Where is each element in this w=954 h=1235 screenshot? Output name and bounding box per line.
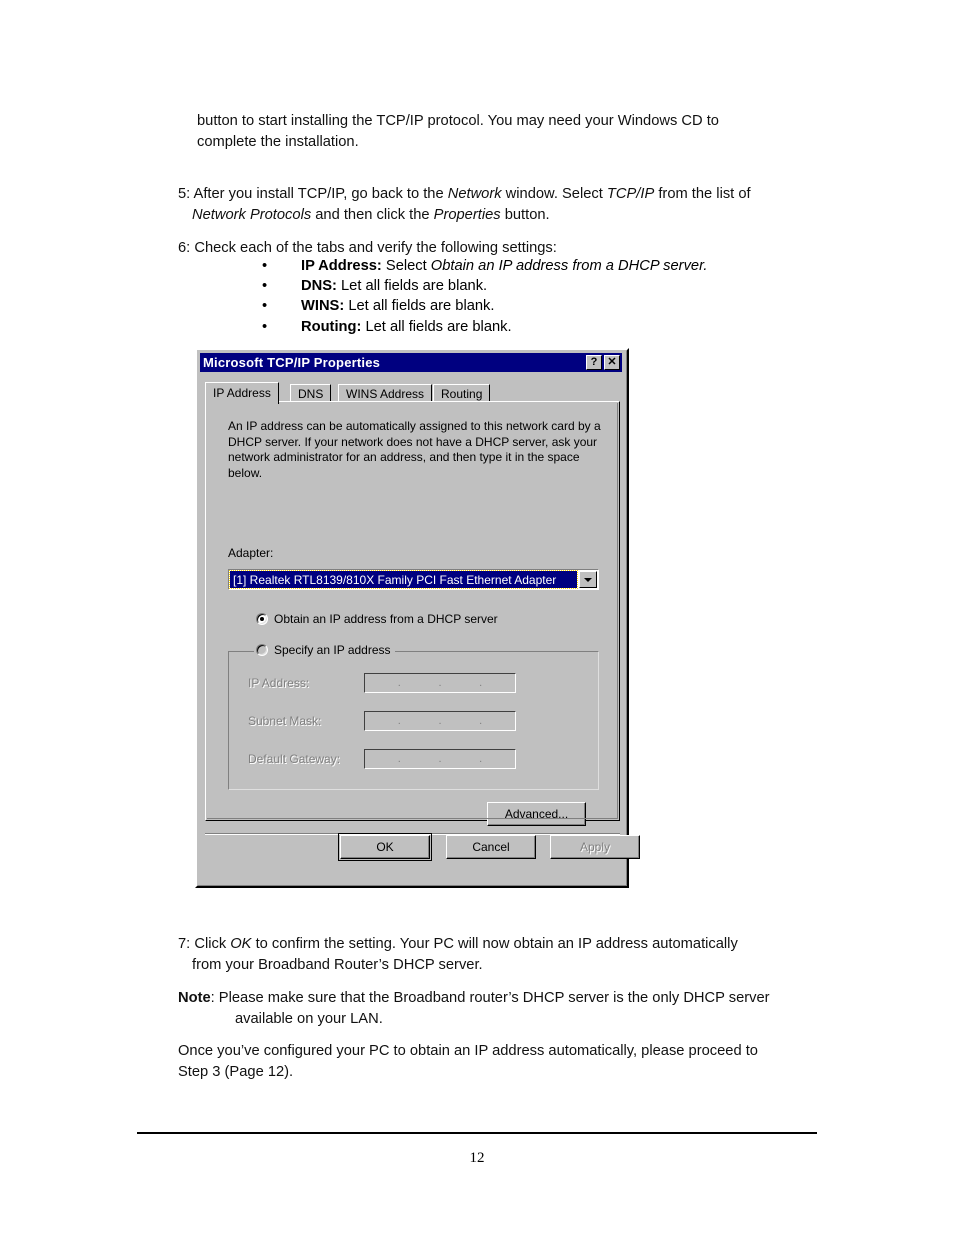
bullet-text: Let all fields are blank. [336,278,488,295]
list-item: • DNS: Let all fields are blank. [262,276,782,296]
tab-ip-address[interactable]: IP Address [205,382,279,404]
intro-line-1: button to start installing the TCP/IP pr… [197,113,719,129]
field-subnet-mask: Subnet Mask: . . . [248,711,516,731]
bullet-term: WINS: [301,298,345,315]
ip-separator: . [479,715,483,727]
step-5-text-b: window. Select [501,186,607,202]
close-icon[interactable]: ✕ [604,355,620,370]
paragraph-step-5: 5: After you install TCP/IP, go back to … [178,184,818,226]
tcpip-properties-dialog: Microsoft TCP/IP Properties ? ✕ IP Addre… [195,348,640,888]
tabstrip: IP Address DNS WINS Address Routing [205,382,620,404]
ip-separator: . [438,753,442,765]
dialog-title: Microsoft TCP/IP Properties [203,355,381,370]
bullet-icon: • [262,278,268,295]
advanced-button[interactable]: Advanced... [487,802,586,826]
ip-address-label: IP Address: [248,676,310,690]
adapter-selected-value: [1] Realtek RTL8139/810X Family PCI Fast… [229,570,578,589]
step-5-italic-network: Network [447,186,502,202]
step-7-text-b: to confirm the setting. Your PC will now… [251,936,738,952]
default-gateway-label: Default Gateway: [248,752,341,766]
adapter-label-text: Adapter: [228,546,274,560]
field-ip-address: IP Address: . . . [248,673,516,693]
bullet-term: DNS: [301,278,337,295]
ok-button[interactable]: OK [338,833,432,861]
ip-separator: . [438,715,442,727]
note-text-a: : Please make sure that the Broadband ro… [210,990,770,1006]
radio-obtain-ip-automatically[interactable]: Obtain an IP address from a DHCP server [256,612,498,626]
bullet-text: Let all fields are blank. [361,318,512,335]
bullet-icon: • [262,298,268,315]
ip-separator: . [438,677,442,689]
step-5-text-e: button. [500,207,550,223]
step-7-number: 7: [178,936,191,952]
bullet-italic: Obtain an IP address from a DHCP server. [430,258,708,274]
adapter-label: Adapter: [228,546,273,560]
step-7-text-c: from your Broadband Router’s DHCP server… [192,957,483,973]
page-number: 12 [469,1150,485,1166]
list-item: • WINS: Let all fields are blank. [262,296,782,316]
settings-bullet-list: • IP Address: Select Obtain an IP address… [262,256,782,337]
ip-separator: . [397,677,401,689]
ip-separator: . [397,753,401,765]
closing-text-a: Once you’ve configured your PC to obtain… [178,1043,758,1059]
default-gateway-input: . . . [364,749,516,769]
radio-specify-label: Specify an IP address [274,643,391,657]
cancel-button[interactable]: Cancel [446,835,536,859]
paragraph-closing: Once you’ve configured your PC to obtain… [178,1041,838,1083]
bullet-icon: • [262,318,268,335]
tab-page-ip-address: An IP address can be automatically assig… [205,401,620,826]
step-5-text-c: from the list of [654,186,751,202]
step-5-italic-tcpip: TCP/IP [606,186,655,202]
closing-text-b: Step 3 (Page 12). [178,1064,294,1080]
radio-button-icon [256,644,268,656]
chevron-down-icon[interactable] [579,571,597,588]
ip-address-input: . . . [364,673,516,693]
footer-divider [137,1132,817,1134]
ip-address-description: An IP address can be automatically assig… [228,419,601,480]
note-text-b: available on your LAN. [235,1011,383,1027]
step-6-text: Check each of the tabs and verify the fo… [194,240,557,256]
list-item: • Routing: Let all fields are blank. [262,317,782,337]
step-7-italic-ok: OK [230,936,252,952]
step-5-text-a: After you install TCP/IP, go back to the [193,186,448,202]
field-default-gateway: Default Gateway: . . . [248,749,516,769]
paragraph-step-7: 7: Click OK to confirm the setting. Your… [178,934,838,976]
step-5-text-d: and then click the [311,207,434,223]
adapter-combobox[interactable]: [1] Realtek RTL8139/810X Family PCI Fast… [228,569,599,590]
paragraph-note: Note: Please make sure that the Broadban… [178,988,838,1030]
bullet-icon: • [262,258,268,274]
step-6-number: 6: [178,240,191,256]
ip-separator: . [479,677,483,689]
step-5-italic-protocols: Network Protocols [192,207,312,223]
step-5-italic-properties: Properties [433,207,501,223]
bullet-text: Let all fields are blank. [344,298,495,315]
help-icon[interactable]: ? [586,355,602,370]
dialog-titlebar: Microsoft TCP/IP Properties ? ✕ [200,353,622,372]
bullet-text: Select [381,258,431,274]
list-item: • IP Address: Select Obtain an IP address… [262,256,782,276]
subnet-mask-input: . . . [364,711,516,731]
dialog-button-bar: OK Cancel Apply [205,833,640,866]
radio-obtain-label: Obtain an IP address from a DHCP server [274,612,498,626]
bullet-term: Routing: [301,318,362,335]
ip-separator: . [397,715,401,727]
intro-line-2: complete the installation. [197,134,359,150]
apply-button: Apply [550,835,640,859]
radio-button-icon [256,613,268,625]
paragraph-intro: button to start installing the TCP/IP pr… [197,111,817,153]
bullet-term: IP Address: [301,258,382,274]
note-label: Note [178,990,211,1006]
radio-specify-ip-address[interactable]: Specify an IP address [254,643,395,657]
step-7-text-a: Click [194,936,231,952]
ip-separator: . [479,753,483,765]
subnet-mask-label: Subnet Mask: [248,714,322,728]
step-5-number: 5: [178,186,191,202]
